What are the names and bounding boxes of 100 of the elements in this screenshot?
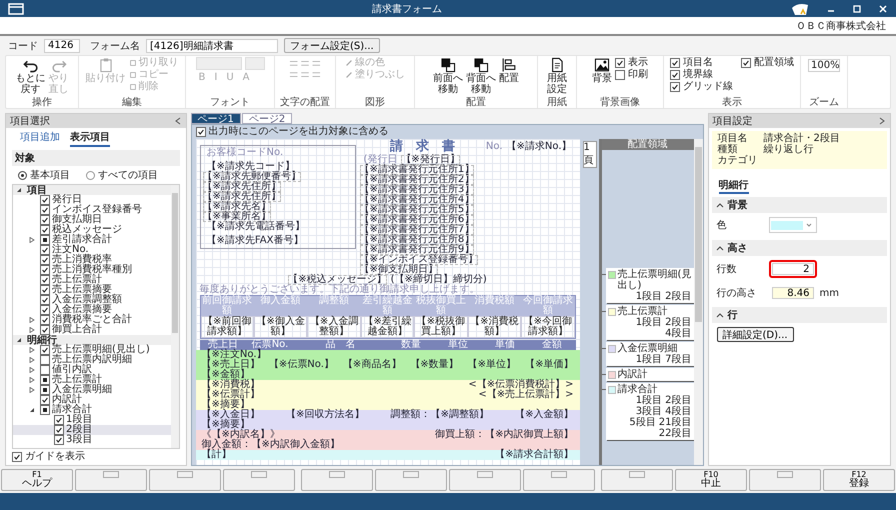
checkbox[interactable]: 境界線: [670, 69, 733, 81]
tree-item[interactable]: 税込メッセージ: [52, 225, 122, 235]
ribbon-button[interactable]: 背景: [592, 57, 612, 84]
form-field[interactable]: 【※請求No.】: [506, 142, 572, 152]
form-field[interactable]: 【※前回御請求額】: [200, 316, 254, 338]
radio-button[interactable]: [86, 170, 95, 180]
tree-item[interactable]: 注文No.: [52, 245, 89, 255]
collapse-icon[interactable]: [716, 312, 724, 318]
form-field[interactable]: 【※金額】: [202, 370, 250, 380]
checkbox[interactable]: ガイドを表示: [6, 449, 186, 465]
detail-band[interactable]: 【※入金日】 【※回収方法名】 調整額：【※調整額】 【※入金額】 【※摘要】: [196, 410, 580, 430]
tree-item[interactable]: 値引内訳: [52, 365, 92, 375]
collapsed-icon[interactable]: [29, 387, 35, 393]
ribbon-button[interactable]: 前面へ 移動: [433, 57, 463, 95]
form-field[interactable]: 【※消費税額】: [468, 316, 522, 338]
form-field[interactable]: 【計】: [202, 450, 232, 460]
checkbox[interactable]: [40, 385, 50, 395]
page-tab[interactable]: ページ1: [190, 113, 241, 124]
checkbox[interactable]: [40, 285, 50, 295]
checkbox[interactable]: [40, 305, 50, 315]
form-field[interactable]: 【※差引繰越金額】: [360, 316, 414, 338]
expanded-icon[interactable]: [16, 337, 22, 343]
checkbox[interactable]: [40, 345, 50, 355]
font-size-field[interactable]: [244, 57, 264, 70]
form-field[interactable]: 【※今回御請求額】: [521, 316, 574, 338]
tree-item[interactable]: 売上消費税率種別: [52, 265, 132, 275]
color-dropdown[interactable]: [768, 217, 817, 233]
checkbox[interactable]: [40, 265, 50, 275]
form-field[interactable]: 【※請求先コード】: [206, 162, 295, 172]
close-icon[interactable]: [878, 4, 888, 14]
checkbox[interactable]: [40, 275, 50, 285]
checkbox[interactable]: 表示: [615, 57, 648, 69]
ribbon-button[interactable]: 用紙 設定: [547, 57, 567, 95]
scrollbar[interactable]: [694, 139, 703, 465]
collapsed-icon[interactable]: [29, 237, 35, 243]
tree-item[interactable]: 入金伝票調整額: [52, 295, 122, 305]
panel-tab[interactable]: 表示項目: [70, 130, 110, 147]
checkbox[interactable]: [40, 225, 50, 235]
checkbox[interactable]: [40, 195, 50, 205]
radio-button[interactable]: [18, 170, 27, 180]
row-count-field[interactable]: 2: [772, 263, 814, 275]
detail-band[interactable]: 【※消費税】 <【※伝票消費税計】> 【※伝票計】 <【※売上伝票計】> 【※摘要】: [196, 380, 580, 410]
zoom-dropdown[interactable]: 100%: [808, 59, 840, 72]
form-settings-button[interactable]: フォーム設定(S)...: [284, 38, 380, 53]
checkbox[interactable]: [40, 375, 50, 385]
form-name-field[interactable]: [4126]明細請求書: [146, 38, 278, 52]
collapsed-icon[interactable]: [29, 317, 35, 323]
form-field[interactable]: 【※摘要】: [202, 420, 250, 430]
form-field[interactable]: 【※御入金額】: [254, 316, 308, 338]
checkbox[interactable]: [40, 295, 50, 305]
checkbox[interactable]: [40, 395, 50, 405]
checkbox[interactable]: [54, 425, 64, 435]
tree-item[interactable]: 売上伝票計: [52, 275, 102, 285]
form-field[interactable]: 【※注文No.】: [202, 350, 266, 360]
collapse-icon[interactable]: [716, 202, 724, 208]
tree-item[interactable]: 入金伝票明細: [52, 385, 112, 395]
checkbox[interactable]: [40, 205, 50, 215]
form-field[interactable]: 【※入金日】: [202, 410, 260, 420]
form-title[interactable]: 請 求 書: [364, 139, 482, 155]
tree-item[interactable]: 売上伝票明細(見出し): [52, 345, 150, 355]
form-field[interactable]: 【※売上日】: [202, 360, 260, 370]
form-field[interactable]: 【※入金額】: [515, 410, 574, 420]
form-field[interactable]: 【※数量】: [410, 360, 459, 370]
collapsed-icon[interactable]: [29, 367, 35, 373]
form-field[interactable]: 【※商品名】: [342, 360, 402, 370]
tree-item[interactable]: 売上消費税率: [52, 255, 112, 265]
form-field[interactable]: 御買上額：【※内訳御買上額】: [435, 430, 574, 440]
tree-item[interactable]: 御支払期日: [52, 215, 102, 225]
function-key[interactable]: F10 中止: [675, 469, 747, 491]
ribbon-button[interactable]: 配置: [499, 57, 519, 84]
tree-item[interactable]: 1段目: [66, 415, 92, 425]
checkbox[interactable]: [40, 245, 50, 255]
form-field[interactable]: 【※請求合計額】: [495, 450, 574, 460]
detail-band[interactable]: 《【※内訳名】》 御買上額：【※内訳御買上額】 御入金額：【※内訳御入金額】: [196, 430, 580, 450]
collapsed-icon[interactable]: [29, 357, 35, 363]
form-field[interactable]: 【※伝票No.】: [268, 360, 334, 370]
tree-item[interactable]: 内訳計: [52, 395, 82, 405]
ribbon-button[interactable]: もとに 戻す: [16, 57, 46, 95]
checkbox[interactable]: [40, 405, 50, 415]
checkbox[interactable]: 項目名: [670, 57, 733, 69]
collapse-icon[interactable]: [716, 245, 724, 251]
row-height-field[interactable]: 8.46: [772, 287, 814, 299]
tree-item[interactable]: 差引請求合計: [52, 235, 112, 245]
checkbox[interactable]: [40, 365, 50, 375]
page-tab[interactable]: ページ2: [242, 113, 292, 124]
tree-item[interactable]: 3段目: [66, 435, 92, 445]
tree-item[interactable]: 売上伝票計: [52, 375, 102, 385]
tree-item[interactable]: 消費税率ごと合計: [52, 315, 132, 325]
tree-item[interactable]: 売上伝票内訳明細: [52, 355, 132, 365]
form-field[interactable]: 【※消費税】: [202, 380, 260, 390]
function-key[interactable]: F12 登録: [823, 469, 895, 491]
form-field[interactable]: 【※入金調整額】: [307, 316, 361, 338]
form-field[interactable]: 御入金額：【※内訳御入金額】: [202, 440, 340, 450]
form-field[interactable]: (【※締切日】締切分): [390, 275, 487, 285]
tree-row-highlight[interactable]: 2段目: [13, 425, 171, 435]
form-field[interactable]: <【※売上伝票計】>: [478, 390, 574, 400]
form-field[interactable]: 【※伝票計】: [202, 390, 260, 400]
checkbox[interactable]: [40, 325, 50, 335]
checkbox[interactable]: 配置領域: [741, 57, 794, 69]
function-key[interactable]: F1 ヘルプ: [1, 469, 73, 491]
